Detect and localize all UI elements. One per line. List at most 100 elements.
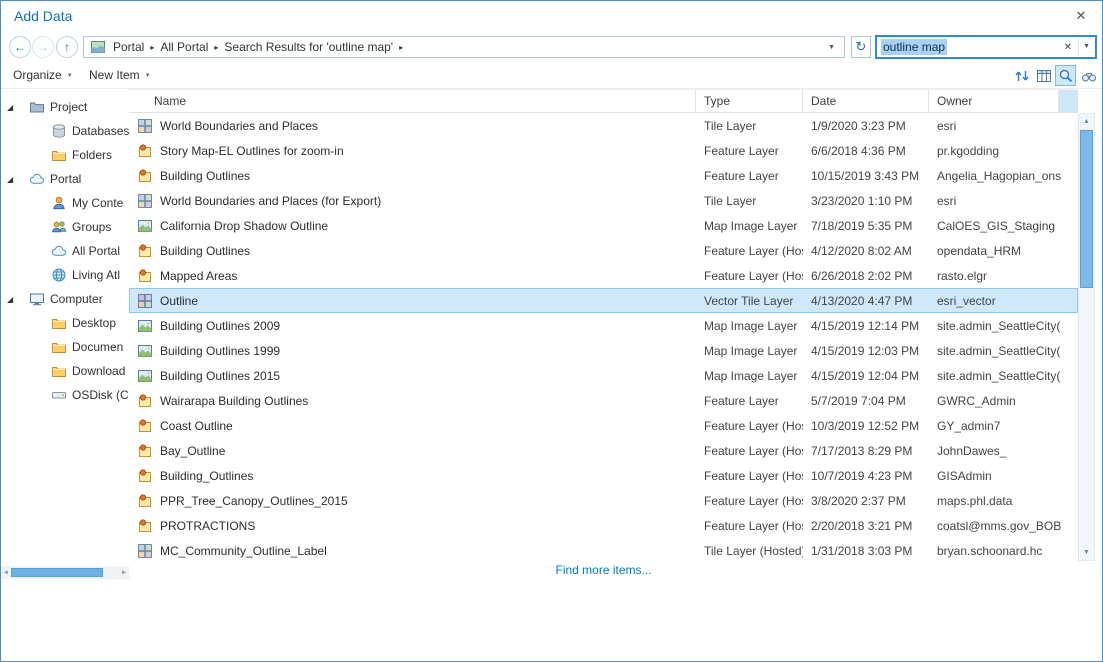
list-row[interactable]: World Boundaries and Places (for Export)… (129, 188, 1078, 213)
sidebar-item-desktop[interactable]: Desktop (1, 311, 129, 335)
new-item-label: New Item (89, 68, 140, 82)
breadcrumb-item-all-portal[interactable]: All Portal (157, 40, 211, 54)
item-owner: GISAdmin (937, 468, 992, 483)
item-name: PROTRACTIONS (160, 518, 256, 533)
item-type: Feature Layer (Hos (704, 443, 803, 458)
refresh-button[interactable]: ↻ (851, 36, 871, 58)
list-row[interactable]: PROTRACTIONS Feature Layer (Hos 2/20/2018 … (129, 513, 1078, 538)
sidebar-item-groups[interactable]: Groups (1, 215, 129, 239)
binoculars-icon[interactable] (1078, 65, 1099, 86)
scroll-down-icon[interactable]: ▼ (1079, 545, 1094, 560)
sidebar-item-documen[interactable]: Documen (1, 335, 129, 359)
list-row[interactable]: Building_Outlines Feature Layer (Hos 10/7/… (129, 463, 1078, 488)
horizontal-scrollbar-thumb[interactable] (10, 568, 103, 577)
list-row[interactable]: Mapped Areas Feature Layer (Hos 6/26/2018 … (129, 263, 1078, 288)
up-button[interactable]: ↑ (56, 36, 78, 58)
list-row[interactable]: Story Map-EL Outlines for zoom-in Feature… (129, 138, 1078, 163)
item-name: Story Map-EL Outlines for zoom-in (160, 143, 344, 158)
scroll-left-icon[interactable]: ◄ (1, 570, 11, 576)
breadcrumb[interactable]: Portal ▸ All Portal ▸ Search Results for 'ou… (83, 36, 845, 58)
sidebar-item-download[interactable]: Download (1, 359, 129, 383)
sidebar-item-osdisk-c[interactable]: OSDisk (C (1, 383, 129, 407)
scroll-up-icon[interactable]: ▲ (1079, 114, 1094, 129)
sidebar-item-project[interactable]: ◢ Project (1, 95, 129, 119)
column-header-type[interactable]: Type (696, 90, 803, 112)
search-toggle-icon[interactable] (1055, 65, 1076, 86)
toolbar: Organize ▼ New Item ▼ (1, 63, 1102, 89)
item-name: Building Outlines 1999 (160, 343, 281, 358)
column-header-date[interactable]: Date (803, 90, 929, 112)
dialog-title: Add Data (14, 8, 73, 24)
sidebar-item-label: Project (50, 100, 88, 114)
vertical-scrollbar-thumb[interactable] (1080, 130, 1093, 288)
sidebar-item-all-portal[interactable]: All Portal (1, 239, 129, 263)
search-caret-down-icon[interactable]: ▼ (1078, 38, 1095, 56)
vertical-scrollbar[interactable]: ▲ ▼ (1078, 113, 1095, 561)
item-date: 4/15/2019 12:14 PM (811, 318, 920, 333)
column-header-name[interactable]: Name (129, 90, 696, 112)
find-more-items-link[interactable]: Find more items... (555, 563, 651, 577)
sort-icon[interactable] (1011, 65, 1032, 86)
list-row[interactable]: Coast Outline Feature Layer (Hos 10/3/2019… (129, 413, 1078, 438)
scroll-right-icon[interactable]: ► (119, 570, 129, 576)
breadcrumb-caret-down-icon[interactable]: ▼ (823, 44, 840, 51)
item-type: Feature Layer (Hos (704, 518, 803, 533)
columns-icon[interactable] (1033, 65, 1054, 86)
list-row[interactable]: California Drop Shadow Outline Map Image … (129, 213, 1078, 238)
folder-icon (51, 363, 67, 379)
list-row[interactable]: Outline Vector Tile Layer 4/13/2020 4:47 P… (129, 288, 1078, 313)
header-scroll-corner (1059, 90, 1078, 112)
back-button[interactable]: ← (9, 36, 31, 58)
column-header-owner[interactable]: Owner (929, 90, 1059, 112)
list-row[interactable]: PPR_Tree_Canopy_Outlines_2015 Feature Lay… (129, 488, 1078, 513)
list-row[interactable]: Building Outlines 2009 Map Image Layer 4/1… (129, 313, 1078, 338)
list-row[interactable]: World Boundaries and Places Tile Layer 1/9… (129, 113, 1078, 138)
list-row[interactable]: Building Outlines 1999 Map Image Layer 4/1… (129, 338, 1078, 363)
sidebar-item-computer[interactable]: ◢ Computer (1, 287, 129, 311)
expander-icon[interactable]: ◢ (7, 103, 29, 112)
list-row[interactable]: Wairarapa Building Outlines Feature Layer… (129, 388, 1078, 413)
sidebar-item-folders[interactable]: Folders (1, 143, 129, 167)
sidebar: ◢ Project Databases Folders ◢ Portal My Conte G… (1, 89, 129, 579)
list-row[interactable]: Building Outlines 2015 Map Image Layer 4/1… (129, 363, 1078, 388)
expander-icon[interactable]: ◢ (7, 175, 29, 184)
back-icon: ← (14, 40, 26, 54)
forward-button[interactable]: → (32, 36, 54, 58)
up-icon: ↑ (64, 40, 70, 54)
breadcrumb-item-search-results-for-outline-map[interactable]: Search Results for 'outline map' (221, 40, 396, 54)
expander-icon[interactable]: ◢ (7, 295, 29, 304)
list-row[interactable]: Building Outlines Feature Layer (Hos 4/12/… (129, 238, 1078, 263)
breadcrumb-item-portal[interactable]: Portal (110, 40, 147, 54)
item-type: Feature Layer (Hos (704, 468, 803, 483)
item-name: MC_Community_Outline_Label (160, 543, 327, 558)
title-bar: Add Data ✕ (1, 1, 1102, 33)
item-owner: maps.phl.data (937, 493, 1013, 508)
list-row[interactable]: MC_Community_Outline_Label Tile Layer (Ho… (129, 538, 1078, 561)
breadcrumb-arrow-icon[interactable]: ▸ (396, 43, 406, 52)
map-thumbnail-icon (90, 39, 106, 55)
list-row[interactable]: Bay_Outline Feature Layer (Hos 7/17/2013 8… (129, 438, 1078, 463)
item-name: World Boundaries and Places (for Export) (160, 193, 382, 208)
item-owner: rasto.elgr (937, 268, 988, 283)
mapimage-layer-icon (137, 318, 153, 334)
search-input[interactable]: outline map ✕ ▼ (875, 35, 1097, 59)
sidebar-item-my-conte[interactable]: My Conte (1, 191, 129, 215)
item-type: Feature Layer (704, 143, 779, 158)
sidebar-item-label: Databases (72, 124, 129, 138)
sidebar-item-databases[interactable]: Databases (1, 119, 129, 143)
item-type: Map Image Layer (704, 218, 798, 233)
breadcrumb-arrow-icon[interactable]: ▸ (211, 43, 221, 52)
sidebar-item-portal[interactable]: ◢ Portal (1, 167, 129, 191)
close-icon[interactable]: ✕ (1070, 6, 1092, 26)
sidebar-item-living-atl[interactable]: Living Atl (1, 263, 129, 287)
folder-icon (51, 339, 67, 355)
clear-search-icon[interactable]: ✕ (1058, 42, 1078, 53)
add-data-dialog: Add Data ✕ ← → ↑ Portal ▸ All Portal ▸ Searc… (0, 0, 1103, 662)
new-item-menu[interactable]: New Item ▼ (89, 68, 151, 82)
sidebar-horizontal-scrollbar[interactable]: ◄ ► (1, 566, 129, 579)
breadcrumb-arrow-icon[interactable]: ▸ (147, 43, 157, 52)
item-date: 4/15/2019 12:04 PM (811, 368, 920, 383)
list-row[interactable]: Building Outlines Feature Layer 10/15/2019… (129, 163, 1078, 188)
organize-menu[interactable]: Organize ▼ (13, 68, 73, 82)
feature-layer-icon (137, 418, 153, 434)
